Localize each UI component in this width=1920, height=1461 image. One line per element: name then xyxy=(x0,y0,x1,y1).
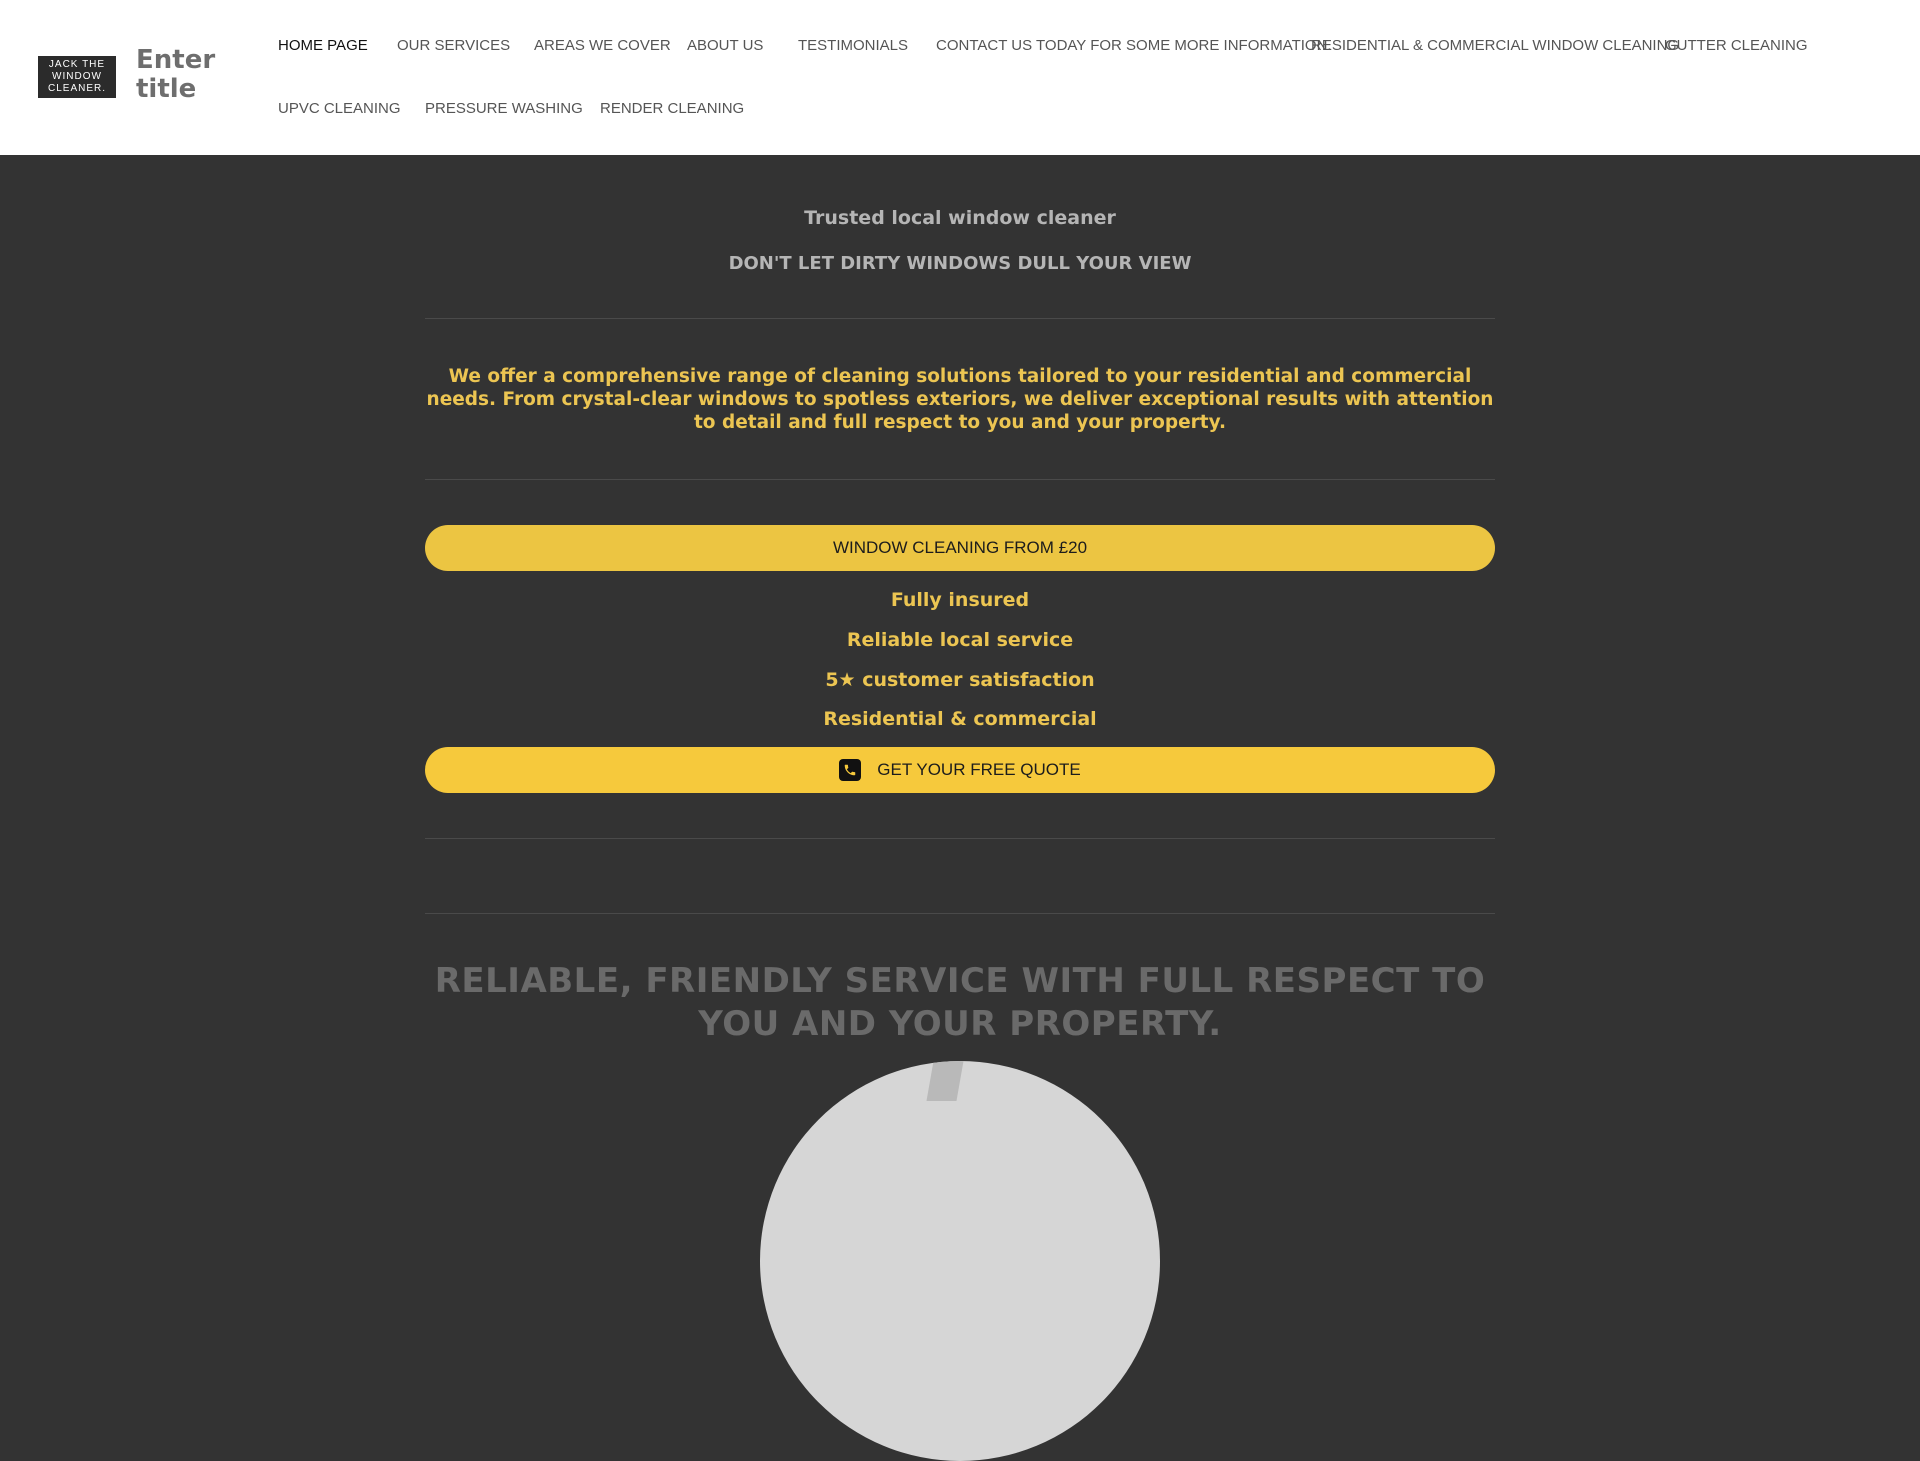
logo-line: JACK THE xyxy=(48,59,106,70)
intro-text: We offer a comprehensive range of cleani… xyxy=(426,366,1494,433)
feature-item: Fully insured xyxy=(890,589,1030,611)
feature-item: Reliable local service xyxy=(846,629,1074,651)
nav-item-gutter-cleaning[interactable]: GUTTER CLEANING xyxy=(1665,37,1808,54)
divider xyxy=(425,479,1495,480)
price-button[interactable]: WINDOW CLEANING FROM £20 xyxy=(425,525,1495,571)
divider xyxy=(425,318,1495,319)
free-quote-button[interactable]: GET YOUR FREE QUOTE xyxy=(425,747,1495,793)
nav-item-pressure-washing[interactable]: PRESSURE WASHING xyxy=(425,100,583,117)
site-header: JACK THE WINDOW CLEANER. Enter title HOM… xyxy=(0,0,1920,155)
nav-item-areas-we-cover[interactable]: AREAS WE COVER xyxy=(534,37,671,54)
site-title[interactable]: Enter title xyxy=(136,46,246,104)
free-quote-label: GET YOUR FREE QUOTE xyxy=(877,760,1081,779)
nav-item-about-us[interactable]: ABOUT US xyxy=(687,37,763,54)
logo-line: WINDOW xyxy=(52,71,102,82)
image-detail xyxy=(926,1061,964,1101)
nav-item-contact-us[interactable]: CONTACT US TODAY FOR SOME MORE INFORMATI… xyxy=(936,37,1332,54)
content-column: Trusted local window cleaner DON'T LET D… xyxy=(425,155,1495,1080)
hero-image xyxy=(760,1061,1160,1461)
divider xyxy=(425,913,1495,914)
logo[interactable]: JACK THE WINDOW CLEANER. xyxy=(38,56,116,98)
nav-item-testimonials[interactable]: TESTIMONIALS xyxy=(798,37,908,54)
main-nav: HOME PAGE OUR SERVICES AREAS WE COVER AB… xyxy=(278,0,1898,155)
tagline: Trusted local window cleaner xyxy=(804,207,1116,229)
nav-item-residential-commercial[interactable]: RESIDENTIAL & COMMERCIAL WINDOW CLEANING xyxy=(1311,37,1679,54)
nav-item-our-services[interactable]: OUR SERVICES xyxy=(397,37,510,54)
feature-item: 5★ customer satisfaction xyxy=(825,669,1095,691)
main-content: Trusted local window cleaner DON'T LET D… xyxy=(0,155,1920,1080)
section-headline: RELIABLE, FRIENDLY SERVICE WITH FULL RES… xyxy=(434,961,1486,1044)
phone-icon xyxy=(839,759,862,781)
nav-item-home-page[interactable]: HOME PAGE xyxy=(278,37,368,54)
price-button-label: WINDOW CLEANING FROM £20 xyxy=(832,538,1088,557)
feature-item: Residential & commercial xyxy=(823,708,1097,730)
nav-item-render-cleaning[interactable]: RENDER CLEANING xyxy=(600,100,744,117)
logo-line: CLEANER. xyxy=(47,83,106,94)
sub-tagline: DON'T LET DIRTY WINDOWS DULL YOUR VIEW xyxy=(728,253,1192,274)
nav-item-upvc-cleaning[interactable]: UPVC CLEANING xyxy=(278,100,401,117)
divider xyxy=(425,838,1495,839)
